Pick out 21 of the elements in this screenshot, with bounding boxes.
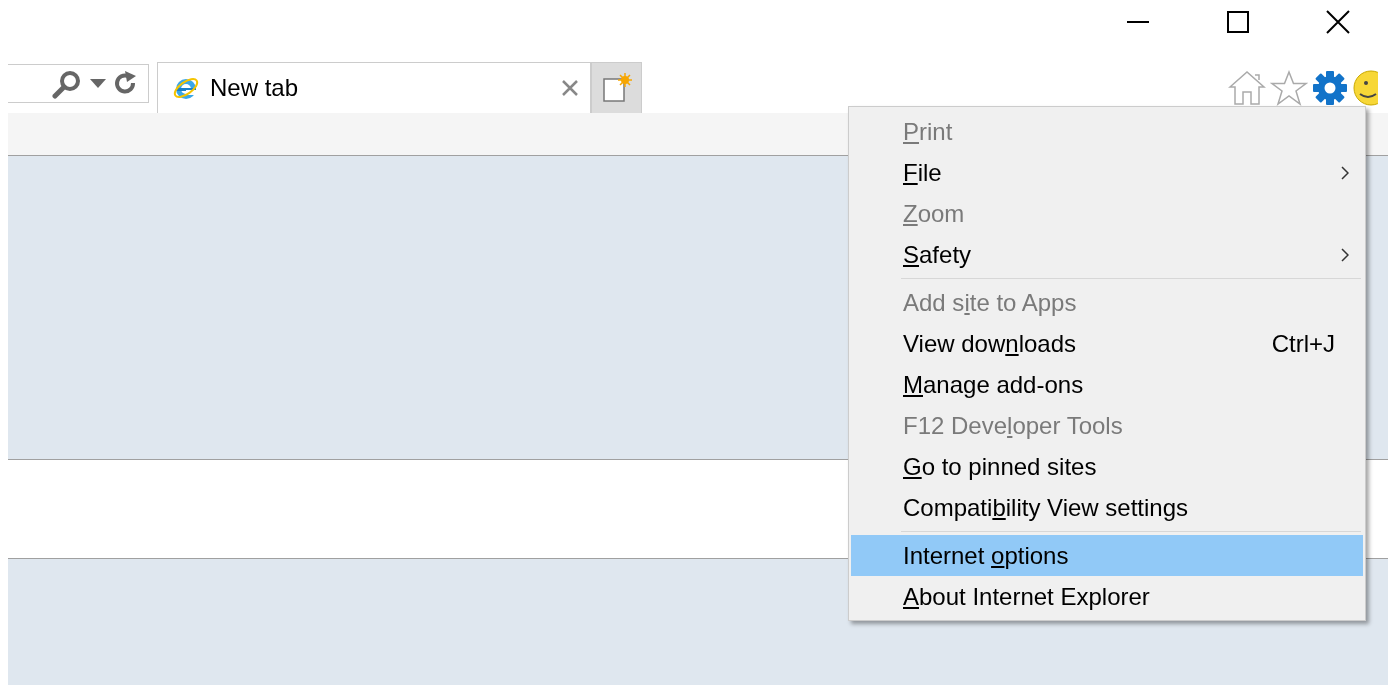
menu-item[interactable]: File [851,152,1363,193]
new-tab-icon [600,73,633,103]
menu-item[interactable]: About Internet Explorer [851,576,1363,617]
dropdown-arrow-icon[interactable] [90,79,106,88]
search-icon[interactable] [52,68,82,99]
browser-tab[interactable]: New tab [157,62,591,113]
menu-item[interactable]: Safety [851,234,1363,275]
menu-item[interactable]: Go to pinned sites [851,446,1363,487]
close-icon[interactable] [562,80,578,96]
new-tab-button[interactable] [591,62,642,113]
star-icon[interactable] [1270,69,1308,106]
settings-icon[interactable] [1312,69,1348,106]
minimize-icon [1127,21,1149,23]
maximize-icon [1227,11,1249,33]
menu-item[interactable]: Compatibility View settings [851,487,1363,528]
smiley-icon[interactable] [1352,69,1378,106]
menu-item[interactable]: Internet options [851,535,1363,576]
close-icon [1326,10,1350,34]
address-bar[interactable] [8,64,149,103]
menu-item[interactable]: View downloads Ctrl+J [851,323,1363,364]
menu-item[interactable]: Manage add-ons [851,364,1363,405]
